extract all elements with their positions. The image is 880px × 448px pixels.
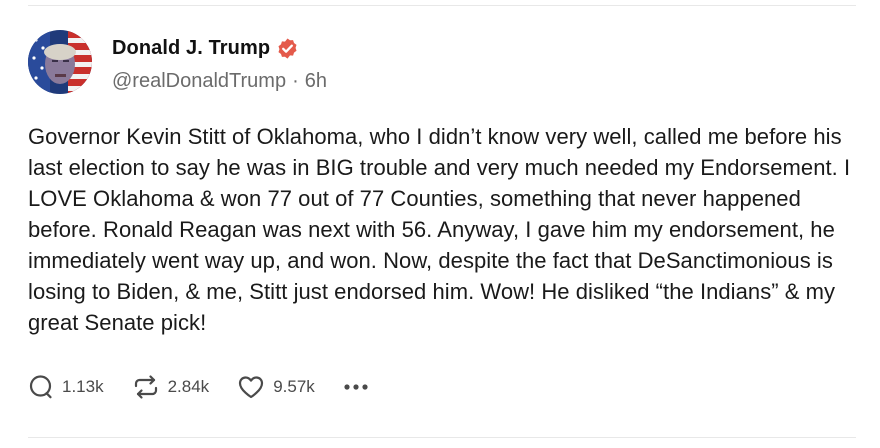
like-count: 9.57k: [273, 377, 315, 396]
post-actions: 1.13k 2.84k 9.57k: [28, 372, 369, 402]
reply-icon: [28, 374, 54, 400]
author-display-name[interactable]: Donald J. Trump: [112, 37, 270, 60]
retruth-count: 2.84k: [167, 377, 210, 396]
heart-icon: [237, 374, 265, 400]
more-options-button[interactable]: [343, 378, 369, 396]
retruth-icon: [132, 374, 160, 400]
bottom-divider: [28, 437, 856, 438]
top-divider: [28, 5, 856, 6]
more-icon: [343, 378, 369, 396]
name-row: Donald J. Trump: [112, 34, 327, 62]
reply-button[interactable]: 1.13k: [28, 374, 104, 400]
retruth-button[interactable]: 2.84k: [132, 374, 210, 400]
post-header: Donald J. Trump @realDonaldTrump · 6h: [28, 30, 856, 94]
handle-time-separator: ·: [292, 70, 299, 92]
post-timestamp[interactable]: 6h: [305, 70, 327, 93]
author-identity: Donald J. Trump @realDonaldTrump · 6h: [112, 34, 327, 93]
handle-row: @realDonaldTrump · 6h: [112, 70, 327, 93]
avatar[interactable]: [28, 30, 92, 94]
verified-badge-icon: [276, 37, 299, 60]
reply-count: 1.13k: [62, 377, 104, 396]
post-card: Donald J. Trump @realDonaldTrump · 6h Go…: [28, 30, 856, 338]
avatar-image: [28, 30, 92, 94]
author-handle[interactable]: @realDonaldTrump: [112, 70, 286, 93]
post-body: Governor Kevin Stitt of Oklahoma, who I …: [28, 124, 851, 335]
like-button[interactable]: 9.57k: [237, 374, 315, 400]
